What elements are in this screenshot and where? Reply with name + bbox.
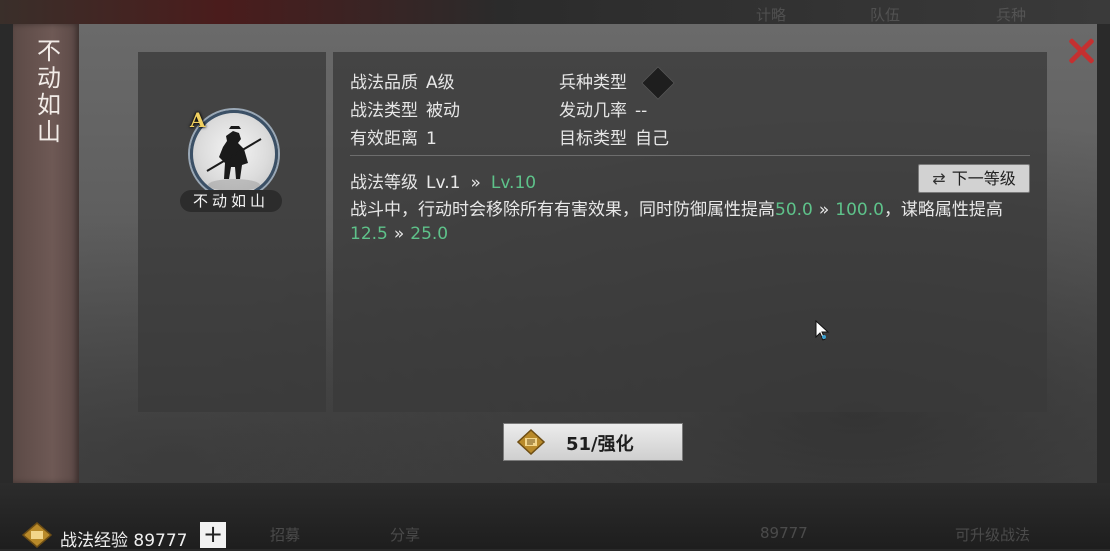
mouse-cursor-icon <box>815 320 830 341</box>
ghost-item: 分享 <box>390 526 421 544</box>
type-label: 战法类型 <box>350 101 418 121</box>
int-from-value: 12.5 <box>350 224 388 244</box>
next-level-button[interactable]: ⇄ 下一等级 <box>918 164 1030 193</box>
range-row: 有效距离 1 <box>350 124 437 149</box>
unit-type-label: 兵种类型 <box>559 73 627 93</box>
divider <box>350 155 1030 156</box>
side-title-strip: 不动如山 <box>13 24 79 483</box>
skill-description: 战斗中，行动时会移除所有有害效果，同时防御属性提高50.0» 100.0，谋略属性… <box>350 198 1030 246</box>
quality-label: 战法品质 <box>350 73 418 93</box>
swap-icon: ⇄ <box>932 169 946 188</box>
ghost-label: 兵种 <box>996 6 1027 24</box>
skill-exp-value: 89777 <box>133 531 188 551</box>
add-exp-button[interactable]: + <box>200 522 226 548</box>
quality-row: 战法品质 A级 <box>350 68 455 93</box>
skill-detail-panel: 不动如山 A 不动如山 战法品质 A级 战法类型被动 有效距离 1 兵种类型 <box>13 24 1097 483</box>
unit-type-icon <box>641 66 676 100</box>
range-label: 有效距离 <box>350 129 418 149</box>
level-label: 战法等级 <box>350 173 418 193</box>
desc-arrow: » <box>393 224 405 244</box>
ghost-label: 计略 <box>756 6 787 24</box>
ghost-item: 89777 <box>760 524 808 542</box>
skill-exp-text: 战法经验 89777 <box>60 526 188 551</box>
level-max: Lv.10 <box>490 173 537 193</box>
rate-row: 发动几率 -- <box>559 96 647 121</box>
skill-exp-icon <box>22 522 52 548</box>
next-level-label: 下一等级 <box>951 169 1016 188</box>
upgrade-label: 51/强化 <box>566 434 634 455</box>
target-row: 目标类型 自己 <box>559 124 669 149</box>
desc-text: ，谋略属性提高 <box>883 200 1003 220</box>
def-to-value: 100.0 <box>835 200 884 220</box>
level-arrow: » <box>470 173 481 193</box>
rate-value: -- <box>635 101 648 121</box>
ghost-label: 队伍 <box>870 6 901 24</box>
rate-label: 发动几率 <box>559 101 627 121</box>
skill-info-box: 战法品质 A级 战法类型 被动 有效距离 1 兵种类型 发动几率 -- 目标类型 自己 战… <box>333 52 1047 412</box>
quality-value: A级 <box>426 73 455 93</box>
def-from-value: 50.0 <box>775 200 813 220</box>
ghost-item: 可升级战法 <box>955 526 1031 544</box>
target-label: 目标类型 <box>559 129 627 149</box>
skill-name-label: 不动如山 <box>180 190 282 212</box>
type-value: 被动 <box>426 101 460 121</box>
desc-text: 战斗中，行动时会移除所有有害效果，同时防御属性提高 <box>350 200 775 220</box>
desc-arrow: » <box>818 200 830 220</box>
int-to-value: 25.0 <box>410 224 449 244</box>
skill-portrait-box: A 不动如山 <box>138 52 326 412</box>
skill-exp-label: 战法经验 <box>60 531 128 551</box>
level-row: 战法等级 Lv.1 » Lv.10 <box>350 168 536 193</box>
upgrade-button[interactable]: 51/强化 <box>503 423 683 461</box>
range-value: 1 <box>426 129 437 149</box>
skill-scroll-icon <box>517 429 545 455</box>
grade-badge: A <box>190 108 206 132</box>
type-row: 战法类型 被动 <box>350 96 460 121</box>
target-value: 自己 <box>635 129 669 149</box>
close-button[interactable] <box>1066 36 1096 66</box>
unit-type-row: 兵种类型 <box>559 66 676 100</box>
ghost-item: 招募 <box>270 526 301 544</box>
background-top-bar: 计略 队伍 兵种 <box>0 0 1110 24</box>
level-current: Lv.1 <box>426 173 461 193</box>
side-title: 不动如山 <box>37 37 61 146</box>
